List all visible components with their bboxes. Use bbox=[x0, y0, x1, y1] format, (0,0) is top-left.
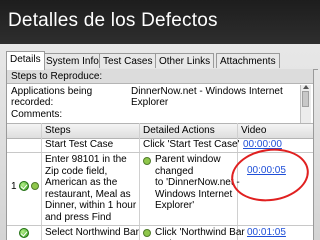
tab-system-info[interactable]: System Info bbox=[42, 53, 103, 68]
scroll-up-icon[interactable] bbox=[303, 85, 309, 89]
slide-title-bar: Detalles de los Defectos bbox=[0, 0, 320, 44]
action-text: Click 'Start Test Case' bbox=[143, 139, 240, 150]
video-timestamp-link[interactable]: 00:01:05 bbox=[247, 227, 307, 239]
table-row[interactable]: 1 Enter 98101 in the Zip code field, Ame… bbox=[7, 153, 313, 226]
row-number: 1 bbox=[11, 181, 17, 192]
table-row[interactable]: Start Test Case Click 'Start Test Case' … bbox=[7, 138, 313, 153]
column-header-detailed-actions[interactable]: Detailed Actions bbox=[143, 124, 215, 138]
comments-label: Comments: bbox=[11, 109, 63, 120]
tab-attachments[interactable]: Attachments bbox=[216, 53, 280, 68]
pass-check-icon bbox=[19, 228, 29, 238]
details-panel: Steps to Reproduce: Applications being r… bbox=[6, 69, 314, 240]
tab-details[interactable]: Details bbox=[6, 51, 45, 70]
slide-title: Detalles de los Defectos bbox=[8, 10, 218, 31]
status-dot-icon bbox=[143, 229, 151, 237]
video-timestamp-link[interactable]: 00:00:05 bbox=[247, 165, 307, 177]
status-dot-icon bbox=[31, 182, 39, 190]
applications-label-line-2: recorded: bbox=[11, 97, 54, 108]
column-header-steps[interactable]: Steps bbox=[45, 124, 71, 138]
status-dot-icon bbox=[143, 157, 151, 165]
video-timestamp-link[interactable]: 00:00:00 bbox=[243, 139, 303, 151]
applications-value-line-2: Explorer bbox=[131, 97, 169, 108]
step-text: Enter 98101 in the Zip code field, Ameri… bbox=[45, 154, 137, 223]
steps-to-reproduce-header: Steps to Reproduce: bbox=[7, 69, 313, 84]
column-header-video[interactable]: Video bbox=[241, 124, 266, 138]
action-text: Parent window changed to 'DinnerNow.net … bbox=[155, 154, 240, 211]
step-text: Start Test Case bbox=[45, 139, 114, 150]
tab-strip: Details System Info Test Cases Other Lin… bbox=[6, 51, 318, 70]
steps-grid-header: Steps Detailed Actions Video bbox=[7, 123, 313, 139]
action-text: Click 'Northwind Bar and bbox=[155, 227, 245, 240]
step-text: Select Northwind Bar bbox=[45, 227, 139, 238]
pass-check-icon bbox=[19, 181, 29, 191]
scroll-thumb[interactable] bbox=[302, 91, 309, 107]
tab-test-cases[interactable]: Test Cases bbox=[99, 53, 157, 68]
table-row[interactable]: Select Northwind Bar Click 'Northwind Ba… bbox=[7, 226, 313, 240]
tab-other-links[interactable]: Other Links bbox=[155, 53, 215, 68]
